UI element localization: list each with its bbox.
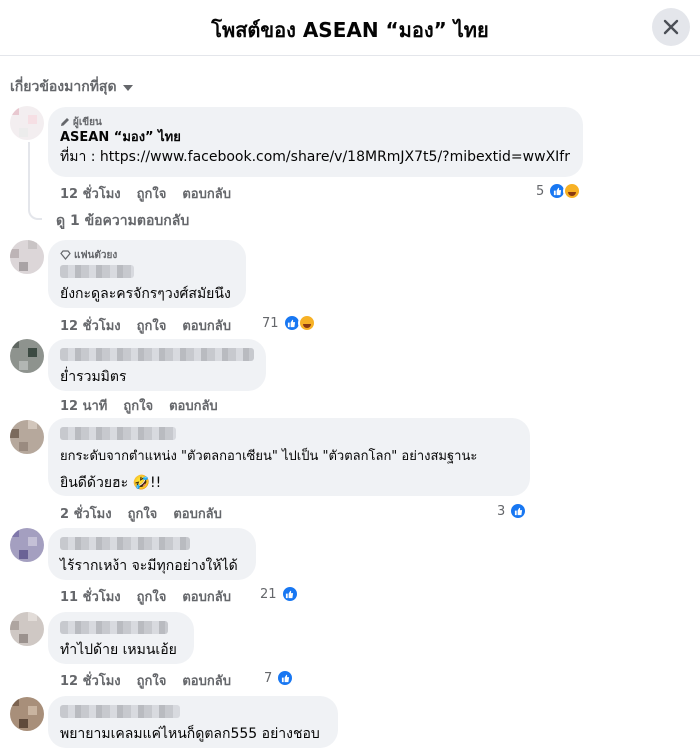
comment-bubble: พยายามเคลมแค่ไหนก็ดูตลก555 อย่างชอบ bbox=[48, 696, 338, 748]
caret-down-icon bbox=[122, 85, 133, 91]
avatar[interactable] bbox=[10, 339, 44, 373]
top-fan-badge: แฟนตัวยง bbox=[60, 248, 234, 262]
avatar[interactable] bbox=[10, 240, 44, 274]
comment-actions: 2 ชั่วโมง ถูกใจ ตอบกลับ bbox=[60, 503, 222, 524]
comment-text-line-1: ยกระดับจากตำแหน่ง "ตัวตลกอาเซียน" ไปเป็น… bbox=[60, 449, 478, 464]
dialog-header: โพสต์ของ ASEAN “มอง” ไทย bbox=[0, 0, 700, 56]
view-replies-link[interactable]: ดู 1 ข้อความตอบกลับ bbox=[56, 210, 189, 232]
avatar[interactable] bbox=[10, 420, 44, 454]
comment-text: ยังกะดูละครจักรๆวงศ์สมัยนึง bbox=[60, 286, 231, 302]
reaction-summary[interactable]: 71 bbox=[262, 314, 316, 332]
comment-text-line-2: ยินดีด้วยฮะ 🤣!! bbox=[60, 475, 162, 491]
reply-button[interactable]: ตอบกลับ bbox=[182, 315, 231, 336]
comment-text: ย่ำรวมมิตร bbox=[60, 369, 127, 385]
comment-author-blurred[interactable] bbox=[60, 348, 254, 361]
comment-timestamp[interactable]: 12 นาที bbox=[60, 395, 107, 416]
like-button[interactable]: ถูกใจ bbox=[123, 395, 153, 416]
reply-button[interactable]: ตอบกลับ bbox=[182, 670, 231, 691]
comment-actions: 12 ชั่วโมง ถูกใจ ตอบกลับ bbox=[60, 315, 231, 336]
reaction-summary[interactable]: 7 bbox=[264, 669, 295, 687]
author-badge-label: ผู้เขียน bbox=[73, 116, 102, 128]
haha-reaction-icon bbox=[563, 182, 582, 200]
comment-timestamp[interactable]: 12 ชั่วโมง bbox=[60, 670, 121, 691]
comment-author-blurred[interactable] bbox=[60, 265, 134, 278]
reaction-summary[interactable]: 3 bbox=[497, 502, 528, 520]
comment-author-blurred[interactable] bbox=[60, 705, 180, 718]
reply-button[interactable]: ตอบกลับ bbox=[169, 395, 218, 416]
comment-bubble: ย่ำรวมมิตร bbox=[48, 339, 266, 391]
close-button[interactable] bbox=[652, 8, 690, 46]
comment-actions: 12 ชั่วโมง ถูกใจ ตอบกลับ bbox=[60, 670, 231, 691]
like-reaction-icon bbox=[276, 669, 295, 687]
comment-text: ทำไปด้าย เหมนเอ้ย bbox=[60, 642, 177, 658]
reaction-count: 71 bbox=[262, 315, 279, 331]
comment-timestamp[interactable]: 2 ชั่วโมง bbox=[60, 503, 112, 524]
comment-text: ไร้รากเหง้า จะมีทุกอย่างให้ได้ bbox=[60, 558, 238, 574]
comment-timestamp[interactable]: 12 ชั่วโมง bbox=[60, 183, 121, 204]
pencil-icon bbox=[61, 118, 69, 126]
thread-connector bbox=[28, 142, 42, 220]
comment-actions: 11 ชั่วโมง ถูกใจ ตอบกลับ bbox=[60, 586, 231, 607]
comment-bubble: ไร้รากเหง้า จะมีทุกอย่างให้ได้ bbox=[48, 528, 256, 580]
like-button[interactable]: ถูกใจ bbox=[137, 183, 167, 204]
comment-timestamp[interactable]: 12 ชั่วโมง bbox=[60, 315, 121, 336]
diamond-icon bbox=[60, 250, 71, 260]
comment-author[interactable]: ASEAN “มอง” ไทย bbox=[60, 129, 571, 147]
avatar[interactable] bbox=[10, 697, 44, 731]
avatar[interactable] bbox=[10, 106, 44, 140]
top-fan-label: แฟนตัวยง bbox=[74, 249, 118, 261]
comment-timestamp[interactable]: 11 ชั่วโมง bbox=[60, 586, 121, 607]
like-button[interactable]: ถูกใจ bbox=[137, 586, 167, 607]
reaction-summary[interactable]: 21 bbox=[260, 585, 299, 603]
comment-author-blurred[interactable] bbox=[60, 427, 176, 440]
reaction-count: 3 bbox=[497, 503, 506, 519]
comment-bubble: ยกระดับจากตำแหน่ง "ตัวตลกอาเซียน" ไปเป็น… bbox=[48, 418, 530, 496]
comment-actions: 12 ชั่วโมง ถูกใจ ตอบกลับ bbox=[60, 183, 231, 204]
like-button[interactable]: ถูกใจ bbox=[137, 670, 167, 691]
reply-button[interactable]: ตอบกลับ bbox=[182, 183, 231, 204]
close-icon bbox=[663, 19, 679, 35]
avatar[interactable] bbox=[10, 528, 44, 562]
comment-bubble: ทำไปด้าย เหมนเอ้ย bbox=[48, 612, 194, 664]
reply-button[interactable]: ตอบกลับ bbox=[182, 586, 231, 607]
comment-author-blurred[interactable] bbox=[60, 537, 190, 550]
comment-author-blurred[interactable] bbox=[60, 621, 168, 634]
like-button[interactable]: ถูกใจ bbox=[137, 315, 167, 336]
haha-reaction-icon bbox=[297, 314, 316, 332]
comment-bubble: แฟนตัวยง ยังกะดูละครจักรๆวงศ์สมัยนึง bbox=[48, 240, 246, 308]
comment-text: ที่มา : https://www.facebook.com/share/v… bbox=[60, 149, 570, 165]
reaction-count: 5 bbox=[536, 183, 545, 199]
comment-sort-dropdown[interactable]: เกี่ยวข้องมากที่สุด bbox=[10, 76, 133, 98]
reaction-count: 21 bbox=[260, 586, 277, 602]
comment-bubble: ผู้เขียน ASEAN “มอง” ไทย ที่มา : https:/… bbox=[48, 107, 583, 177]
avatar[interactable] bbox=[10, 612, 44, 646]
reply-button[interactable]: ตอบกลับ bbox=[173, 503, 222, 524]
like-reaction-icon bbox=[280, 585, 299, 603]
like-reaction-icon bbox=[509, 502, 528, 520]
reaction-count: 7 bbox=[264, 670, 273, 686]
like-button[interactable]: ถูกใจ bbox=[128, 503, 158, 524]
reaction-summary[interactable]: 5 bbox=[536, 182, 582, 200]
author-badge: ผู้เขียน bbox=[60, 115, 571, 129]
comment-actions: 12 นาที ถูกใจ ตอบกลับ bbox=[60, 395, 218, 416]
sort-label: เกี่ยวข้องมากที่สุด bbox=[10, 79, 117, 95]
comment-text: พยายามเคลมแค่ไหนก็ดูตลก555 อย่างชอบ bbox=[60, 726, 320, 742]
dialog-title: โพสต์ของ ASEAN “มอง” ไทย bbox=[211, 18, 489, 42]
